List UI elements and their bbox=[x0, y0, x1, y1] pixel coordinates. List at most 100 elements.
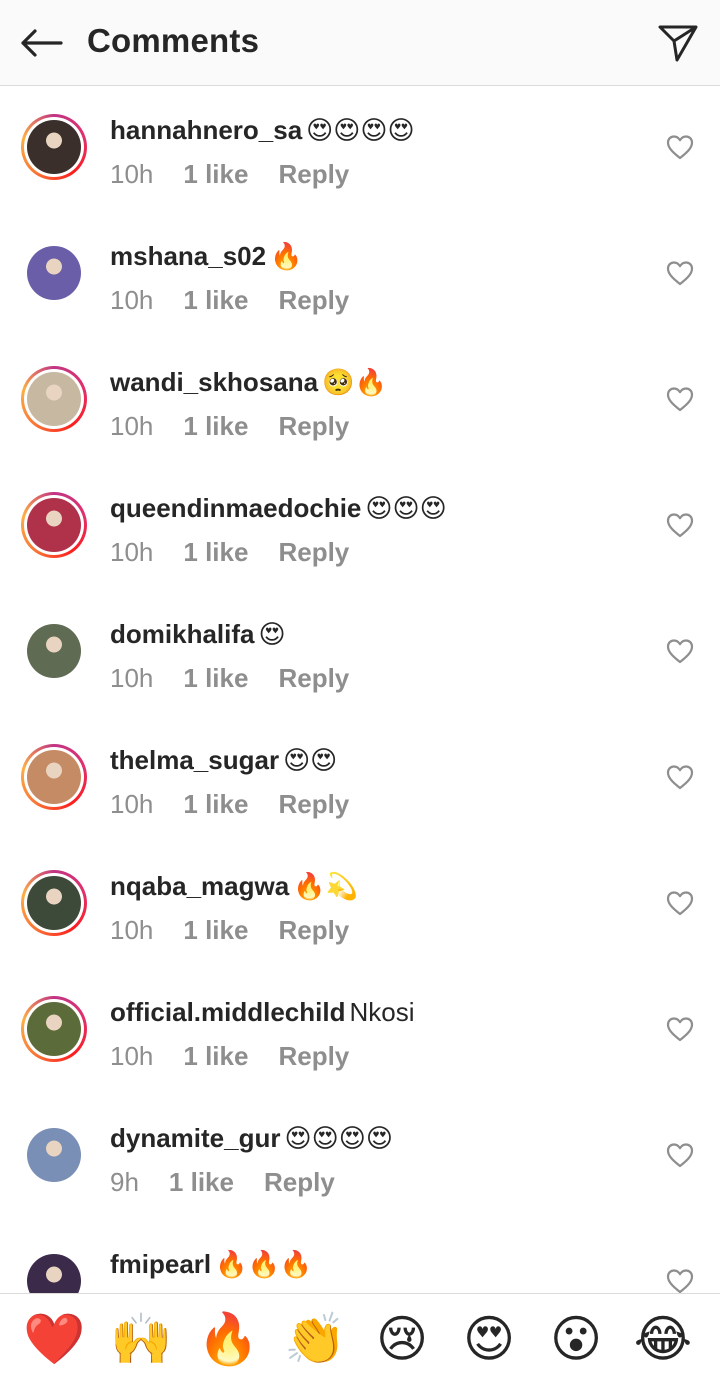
comment-timestamp: 10h bbox=[110, 663, 154, 693]
heart-outline-icon[interactable] bbox=[666, 1142, 694, 1168]
comment-timestamp: 9h bbox=[110, 1167, 139, 1197]
avatar-frame bbox=[24, 117, 84, 177]
avatar-image bbox=[27, 1002, 81, 1056]
avatar[interactable] bbox=[21, 114, 87, 180]
heart-outline-icon[interactable] bbox=[666, 386, 694, 412]
avatar[interactable] bbox=[21, 996, 87, 1062]
red-heart-icon[interactable]: ❤️ bbox=[23, 1310, 85, 1368]
comment-text: official.middlechild Nkosi bbox=[110, 992, 415, 1032]
avatar-image bbox=[27, 120, 81, 174]
avatar[interactable] bbox=[21, 492, 87, 558]
reply-button[interactable]: Reply bbox=[278, 285, 349, 315]
reply-button[interactable]: Reply bbox=[278, 537, 349, 567]
comment-row[interactable]: domikhalifa 😍 10h 1 like Reply bbox=[0, 590, 720, 716]
heart-eyes-icon[interactable]: 😍 bbox=[458, 1310, 520, 1368]
comments-list[interactable]: hannahnero_sa 😍😍😍😍 10h 1 like Reply mshana_s0… bbox=[0, 86, 720, 1293]
comment-timestamp: 10h bbox=[110, 285, 154, 315]
avatar-frame bbox=[24, 873, 84, 933]
comment-row[interactable]: official.middlechild Nkosi 10h 1 like Reply bbox=[0, 968, 720, 1094]
comment-like-count[interactable]: 1 like bbox=[183, 411, 248, 441]
avatar[interactable] bbox=[21, 1248, 87, 1293]
reply-button[interactable]: Reply bbox=[278, 1041, 349, 1071]
comment-text: mshana_s02 🔥 bbox=[110, 236, 302, 276]
comment-username[interactable]: wandi_skhosana bbox=[110, 367, 318, 397]
back-button[interactable] bbox=[16, 21, 66, 65]
comment-text: queendinmaedochie 😍😍😍 bbox=[110, 488, 447, 528]
avatar-frame bbox=[24, 1125, 84, 1185]
comment-username[interactable]: nqaba_magwa bbox=[110, 871, 289, 901]
surprised-face-icon[interactable]: 😮 bbox=[545, 1310, 607, 1368]
comment-meta: 10h 1 like Reply bbox=[110, 408, 379, 444]
back-arrow-icon bbox=[21, 29, 63, 57]
avatar[interactable] bbox=[21, 1122, 87, 1188]
avatar-frame bbox=[24, 369, 84, 429]
comment-row[interactable]: mshana_s02 🔥 10h 1 like Reply bbox=[0, 212, 720, 338]
comment-like-count[interactable]: 1 like bbox=[183, 159, 248, 189]
avatar[interactable] bbox=[21, 618, 87, 684]
heart-outline-icon[interactable] bbox=[666, 638, 694, 664]
comment-username[interactable]: fmipearl bbox=[110, 1249, 211, 1279]
comment-username[interactable]: dynamite_gur bbox=[110, 1123, 281, 1153]
heart-outline-icon[interactable] bbox=[666, 1016, 694, 1042]
comment-text: fmipearl 🔥🔥🔥 bbox=[110, 1244, 312, 1284]
avatar-image bbox=[27, 372, 81, 426]
comment-username[interactable]: queendinmaedochie bbox=[110, 493, 361, 523]
fire-icon[interactable]: 🔥 bbox=[197, 1310, 259, 1368]
comment-username[interactable]: official.middlechild bbox=[110, 997, 345, 1027]
comment-like-count[interactable]: 1 like bbox=[183, 285, 248, 315]
comment-body: 😍 bbox=[258, 619, 286, 649]
sad-face-icon[interactable]: 😢 bbox=[371, 1310, 433, 1368]
avatar-image bbox=[27, 246, 81, 300]
comment-row[interactable]: hannahnero_sa 😍😍😍😍 10h 1 like Reply bbox=[0, 86, 720, 212]
comment-body: 🔥💫 bbox=[293, 871, 358, 901]
quick-reaction-bar: ❤️ 🙌 🔥 👏 😢 😍 😮 😂 bbox=[0, 1293, 720, 1379]
comment-like-count[interactable]: 1 like bbox=[183, 1041, 248, 1071]
comment-row[interactable]: nqaba_magwa 🔥💫 10h 1 like Reply bbox=[0, 842, 720, 968]
tears-of-joy-icon[interactable]: 😂 bbox=[632, 1310, 694, 1368]
avatar-frame bbox=[24, 621, 84, 681]
comment-like-count[interactable]: 1 like bbox=[183, 789, 248, 819]
comment-row[interactable]: thelma_sugar 😍😍 10h 1 like Reply bbox=[0, 716, 720, 842]
avatar[interactable] bbox=[21, 366, 87, 432]
heart-outline-icon[interactable] bbox=[666, 1268, 694, 1293]
share-button[interactable] bbox=[652, 18, 704, 68]
comment-row[interactable]: queendinmaedochie 😍😍😍 10h 1 like Reply bbox=[0, 464, 720, 590]
comment-like-count[interactable]: 1 like bbox=[183, 663, 248, 693]
avatar[interactable] bbox=[21, 744, 87, 810]
comment-like-count[interactable]: 1 like bbox=[183, 537, 248, 567]
comment-username[interactable]: thelma_sugar bbox=[110, 745, 279, 775]
avatar-image bbox=[27, 498, 81, 552]
reply-button[interactable]: Reply bbox=[278, 411, 349, 441]
comment-username[interactable]: domikhalifa bbox=[110, 619, 254, 649]
comment-meta: 10h 1 like Reply bbox=[110, 156, 379, 192]
comment-meta: 10h 1 like Reply bbox=[110, 660, 379, 696]
avatar[interactable] bbox=[21, 240, 87, 306]
avatar[interactable] bbox=[21, 870, 87, 936]
reply-button[interactable]: Reply bbox=[278, 159, 349, 189]
reply-button[interactable]: Reply bbox=[278, 915, 349, 945]
raised-hands-icon[interactable]: 🙌 bbox=[110, 1310, 172, 1368]
comment-timestamp: 10h bbox=[110, 1041, 154, 1071]
comment-timestamp: 10h bbox=[110, 411, 154, 441]
comment-row[interactable]: wandi_skhosana 🥺🔥 10h 1 like Reply bbox=[0, 338, 720, 464]
heart-outline-icon[interactable] bbox=[666, 890, 694, 916]
avatar-image bbox=[27, 1128, 81, 1182]
heart-outline-icon[interactable] bbox=[666, 134, 694, 160]
comment-like-count[interactable]: 1 like bbox=[169, 1167, 234, 1197]
comment-username[interactable]: mshana_s02 bbox=[110, 241, 266, 271]
comment-like-count[interactable]: 1 like bbox=[183, 915, 248, 945]
heart-outline-icon[interactable] bbox=[666, 260, 694, 286]
comment-timestamp: 10h bbox=[110, 537, 154, 567]
comment-row[interactable]: fmipearl 🔥🔥🔥 bbox=[0, 1220, 720, 1293]
comment-row[interactable]: dynamite_gur 😍😍😍😍 9h 1 like Reply bbox=[0, 1094, 720, 1220]
reply-button[interactable]: Reply bbox=[278, 663, 349, 693]
comment-body: Nkosi bbox=[349, 997, 415, 1027]
avatar-frame bbox=[24, 747, 84, 807]
comment-username[interactable]: hannahnero_sa bbox=[110, 115, 302, 145]
reply-button[interactable]: Reply bbox=[278, 789, 349, 819]
heart-outline-icon[interactable] bbox=[666, 512, 694, 538]
reply-button[interactable]: Reply bbox=[264, 1167, 335, 1197]
clapping-hands-icon[interactable]: 👏 bbox=[284, 1310, 346, 1368]
comment-text: domikhalifa 😍 bbox=[110, 614, 286, 654]
heart-outline-icon[interactable] bbox=[666, 764, 694, 790]
